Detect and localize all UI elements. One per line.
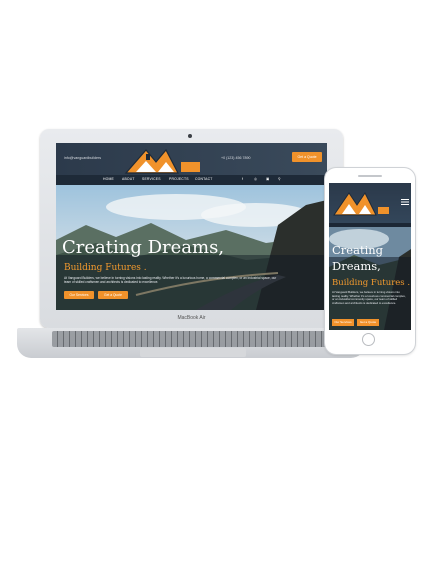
phone-screen: Creating Dreams, Building Futures . At V… xyxy=(329,183,411,330)
laptop-brand-label: MacBook Air xyxy=(177,315,206,321)
hero-description: At Vanguard Builders, we believe in turn… xyxy=(64,276,277,285)
laptop-camera xyxy=(188,134,192,138)
nav-home[interactable]: HOME xyxy=(103,177,114,181)
facebook-icon[interactable]: f xyxy=(242,177,243,181)
linkedin-icon[interactable]: ▣ xyxy=(266,177,269,181)
phone-hero-title-line2: Dreams, xyxy=(332,259,381,273)
nav-contact[interactable]: CONTACT xyxy=(195,177,213,181)
top-phone[interactable]: +0 (123) 456 7890 xyxy=(221,156,250,160)
instagram-icon[interactable]: ◎ xyxy=(254,177,257,181)
nav-projects[interactable]: PROJECTS xyxy=(169,177,189,181)
main-nav: HOME ABOUT SERVICES PROJECTS CONTACT f ◎… xyxy=(56,175,327,185)
hero-subtitle: Building Futures . xyxy=(64,263,147,273)
phone-quote-button[interactable]: Get a Quote xyxy=(357,319,379,326)
phone-home-button[interactable] xyxy=(362,333,375,346)
phone-company-logo[interactable] xyxy=(332,185,390,218)
quote-button[interactable]: Get a Quote xyxy=(292,152,322,162)
top-email[interactable]: info@vanguardbuilders xyxy=(64,156,101,160)
company-logo[interactable] xyxy=(124,144,202,175)
laptop-trackpad xyxy=(140,348,246,357)
phone-hero-title-line1: Creating xyxy=(332,243,384,257)
phone-speaker xyxy=(358,175,382,177)
services-button[interactable]: Our Services xyxy=(64,291,94,299)
menu-icon[interactable] xyxy=(401,199,409,205)
laptop-chin: MacBook Air xyxy=(40,310,343,328)
nav-services[interactable]: SERVICES xyxy=(142,177,161,181)
hero-title: Creating Dreams, xyxy=(62,237,225,258)
phone-services-button[interactable]: Our Services xyxy=(332,319,354,326)
phone-hero-subtitle: Building Futures . xyxy=(332,278,411,288)
hero-quote-button[interactable]: Get a Quote xyxy=(98,291,128,299)
laptop-screen: info@vanguardbuilders +0 (123) 456 7890 … xyxy=(56,143,327,310)
search-icon[interactable]: ⚲ xyxy=(278,177,281,181)
laptop-keyboard xyxy=(52,331,329,347)
nav-about[interactable]: ABOUT xyxy=(122,177,135,181)
phone-hero-description: At Vanguard Builders, we believe in turn… xyxy=(332,290,406,305)
